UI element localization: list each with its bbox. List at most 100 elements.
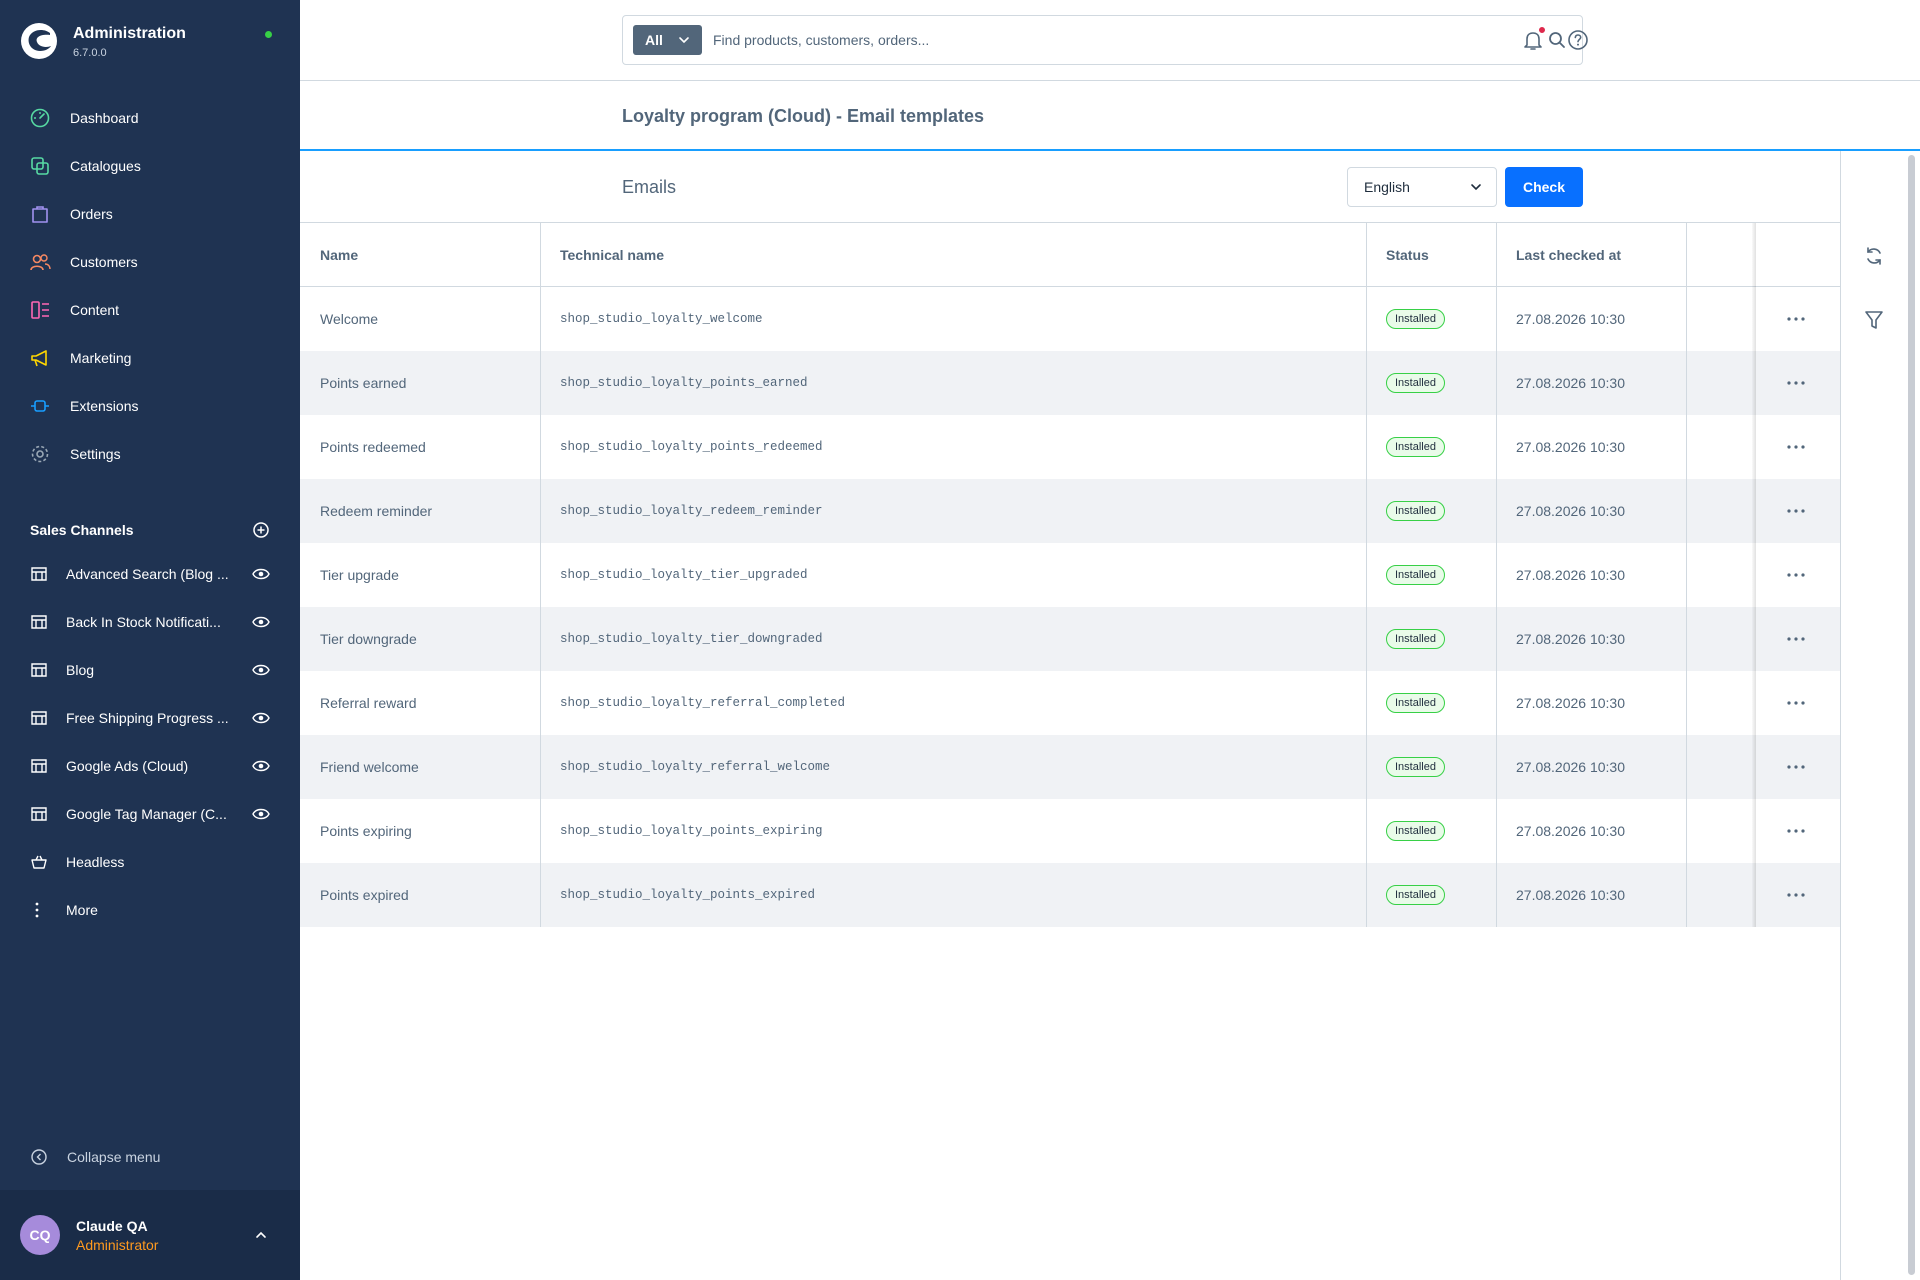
cell-last-checked: 27.08.2026 10:30 <box>1516 887 1625 903</box>
eye-icon[interactable] <box>252 711 270 725</box>
table-body: Welcome shop_studio_loyalty_welcome Instal… <box>300 287 1841 927</box>
sales-channel-item[interactable]: Google Tag Manager (C... <box>0 790 300 838</box>
search-type-select[interactable]: All <box>633 25 702 55</box>
table-row[interactable]: Points earned shop_studio_loyalty_points_… <box>300 351 1841 415</box>
sales-channel-item[interactable]: Free Shipping Progress ... <box>0 694 300 742</box>
check-button[interactable]: Check <box>1505 167 1583 207</box>
more-actions-icon[interactable] <box>1785 505 1807 517</box>
brand[interactable]: Administration 6.7.0.0 <box>20 20 280 64</box>
table-row[interactable]: Welcome shop_studio_loyalty_welcome Instal… <box>300 287 1841 351</box>
help-icon[interactable] <box>1567 29 1589 51</box>
search-input[interactable] <box>713 26 1533 54</box>
nav-label: Catalogues <box>70 158 141 174</box>
more-actions-icon[interactable] <box>1785 569 1807 581</box>
marketing-icon <box>29 347 51 369</box>
eye-icon[interactable] <box>252 807 270 821</box>
scrollbar[interactable] <box>1908 155 1915 1275</box>
cell-technical-name: shop_studio_loyalty_points_expiring <box>560 824 823 838</box>
chevron-down-icon <box>1471 184 1481 191</box>
table-row[interactable]: Points expired shop_studio_loyalty_points… <box>300 863 1841 927</box>
sales-channels-title: Sales Channels <box>30 522 134 538</box>
cell-name[interactable]: Referral reward <box>300 671 540 735</box>
table-row[interactable]: Friend welcome shop_studio_loyalty_referr… <box>300 735 1841 799</box>
cell-name[interactable]: Friend welcome <box>300 735 540 799</box>
column-header-status[interactable]: Status <box>1366 223 1496 287</box>
cell-name[interactable]: Tier upgrade <box>300 543 540 607</box>
cell-name[interactable]: Welcome <box>300 287 540 351</box>
cell-name[interactable]: Points redeemed <box>300 415 540 479</box>
nav-item-dashboard[interactable]: Dashboard <box>0 94 300 142</box>
sales-channel-label: Back In Stock Notificati... <box>66 614 221 630</box>
more-actions-icon[interactable] <box>1785 697 1807 709</box>
nav-item-orders[interactable]: Orders <box>0 190 300 238</box>
nav-item-marketing[interactable]: Marketing <box>0 334 300 382</box>
column-header-last-checked[interactable]: Last checked at <box>1496 223 1686 287</box>
cell-status: Installed <box>1366 799 1496 863</box>
cell-name[interactable]: Tier downgrade <box>300 607 540 671</box>
filter-icon[interactable] <box>1864 309 1884 331</box>
cell-status: Installed <box>1366 863 1496 927</box>
sales-channel-item[interactable]: Back In Stock Notificati... <box>0 598 300 646</box>
eye-icon[interactable] <box>252 759 270 773</box>
nav-item-settings[interactable]: Settings <box>0 430 300 478</box>
search-type-label: All <box>645 32 663 48</box>
nav-label: Content <box>70 302 120 318</box>
more-actions-icon[interactable] <box>1785 377 1807 389</box>
page-header: Loyalty program (Cloud) - Email template… <box>300 82 1920 151</box>
nav-item-content[interactable]: Content <box>0 286 300 334</box>
cell-name[interactable]: Points expired <box>300 863 540 927</box>
eye-icon[interactable] <box>252 567 270 581</box>
nav-item-customers[interactable]: Customers <box>0 238 300 286</box>
eye-icon[interactable] <box>252 663 270 677</box>
table-row[interactable]: Redeem reminder shop_studio_loyalty_redee… <box>300 479 1841 543</box>
add-sales-channel-icon[interactable] <box>252 521 270 539</box>
notification-badge <box>1538 26 1546 34</box>
cell-name[interactable]: Redeem reminder <box>300 479 540 543</box>
sales-channel-item-more[interactable]: More <box>0 886 300 934</box>
more-actions-icon[interactable] <box>1785 313 1807 325</box>
search-icon[interactable] <box>1548 31 1566 49</box>
cell-status: Installed <box>1366 351 1496 415</box>
cell-technical-name: shop_studio_loyalty_redeem_reminder <box>560 504 823 518</box>
table-row[interactable]: Points redeemed shop_studio_loyalty_point… <box>300 415 1841 479</box>
status-badge: Installed <box>1386 821 1445 841</box>
nav-item-catalogues[interactable]: Catalogues <box>0 142 300 190</box>
more-actions-icon[interactable] <box>1785 441 1807 453</box>
cell-last-checked: 27.08.2026 10:30 <box>1516 375 1625 391</box>
sales-channel-label: Headless <box>66 854 125 870</box>
more-actions-icon[interactable] <box>1785 761 1807 773</box>
collapse-menu-button[interactable]: Collapse menu <box>30 1147 160 1167</box>
emails-card: Emails English Check Name Technical name… <box>300 151 1841 1280</box>
cell-technical-name: shop_studio_loyalty_points_redeemed <box>560 440 823 454</box>
cell-name[interactable]: Points expiring <box>300 799 540 863</box>
cell-status: Installed <box>1366 287 1496 351</box>
table-row[interactable]: Tier upgrade shop_studio_loyalty_tier_upg… <box>300 543 1841 607</box>
table-row[interactable]: Points expiring shop_studio_loyalty_point… <box>300 799 1841 863</box>
sales-channel-label: Advanced Search (Blog ... <box>66 566 229 582</box>
user-menu[interactable]: CQ Claude QA Administrator <box>0 1190 300 1280</box>
more-actions-icon[interactable] <box>1785 889 1807 901</box>
column-header-technical-name[interactable]: Technical name <box>540 223 1366 287</box>
nav-item-extensions[interactable]: Extensions <box>0 382 300 430</box>
sales-channel-item[interactable]: Advanced Search (Blog ... <box>0 550 300 598</box>
chevron-down-icon <box>679 37 689 44</box>
table-row[interactable]: Tier downgrade shop_studio_loyalty_tier_d… <box>300 607 1841 671</box>
sales-channel-label: Free Shipping Progress ... <box>66 710 229 726</box>
cell-last-checked: 27.08.2026 10:30 <box>1516 759 1625 775</box>
sales-channel-item[interactable]: Google Ads (Cloud) <box>0 742 300 790</box>
main-navigation: Dashboard Catalogues Orders Customers Co… <box>0 94 300 478</box>
column-header-name[interactable]: Name <box>300 223 540 287</box>
table-row[interactable]: Referral reward shop_studio_loyalty_refer… <box>300 671 1841 735</box>
sales-channel-item[interactable]: Blog <box>0 646 300 694</box>
more-actions-icon[interactable] <box>1785 633 1807 645</box>
refresh-icon[interactable] <box>1863 245 1885 267</box>
sales-channel-label: Google Tag Manager (C... <box>66 806 227 822</box>
status-badge: Installed <box>1386 309 1445 329</box>
chevron-up-icon[interactable] <box>254 1228 268 1242</box>
cell-name[interactable]: Points earned <box>300 351 540 415</box>
cell-status: Installed <box>1366 543 1496 607</box>
more-actions-icon[interactable] <box>1785 825 1807 837</box>
sales-channel-item-headless[interactable]: Headless <box>0 838 300 886</box>
language-select[interactable]: English <box>1347 167 1497 207</box>
eye-icon[interactable] <box>252 615 270 629</box>
